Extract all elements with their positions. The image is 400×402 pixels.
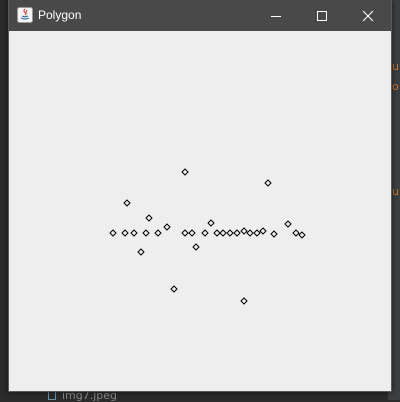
close-button[interactable]: [345, 0, 391, 31]
polygon-vertex-28: [284, 220, 292, 228]
editor-glyph: o: [392, 80, 399, 93]
minimize-button[interactable]: [253, 0, 299, 31]
polygon-vertex-14: [192, 243, 200, 251]
polygon-vertex-2: [123, 199, 131, 207]
polygon-vertex-6: [142, 229, 150, 237]
drawing-canvas[interactable]: [9, 31, 391, 391]
window-title: Polygon: [38, 8, 82, 22]
polygon-vertex-18: [219, 229, 227, 237]
polygon-vertex-26: [264, 179, 272, 187]
polygon-vertex-7: [145, 214, 153, 222]
minimize-icon: [271, 15, 281, 17]
polygon-vertex-16: [207, 219, 215, 227]
editor-glyph: u: [392, 60, 399, 73]
polygon-window: Polygon: [8, 0, 392, 392]
polygon-vertex-21: [240, 297, 248, 305]
polygon-vertex-9: [163, 223, 171, 231]
maximize-icon: [317, 10, 327, 21]
editor-glyph: u: [392, 185, 399, 198]
close-icon: [362, 10, 374, 21]
polygon-vertex-11: [181, 168, 189, 176]
polygon-vertex-8: [154, 229, 162, 237]
polygon-vertex-15: [201, 229, 209, 237]
polygon-vertex-25: [259, 227, 267, 235]
title-bar[interactable]: Polygon: [9, 0, 391, 31]
polygon-vertex-24: [253, 229, 261, 237]
polygon-vertex-5: [137, 248, 145, 256]
polygon-vertex-13: [188, 229, 196, 237]
polygon-vertex-4: [130, 229, 138, 237]
polygon-vertex-17: [213, 229, 221, 237]
polygon-vertex-30: [298, 231, 306, 239]
polygon-vertex-19: [226, 229, 234, 237]
polygon-vertex-22: [240, 227, 248, 235]
maximize-button[interactable]: [299, 0, 345, 31]
points-layer: [109, 168, 306, 305]
polygon-vertex-23: [246, 229, 254, 237]
polygon-vertex-3: [121, 229, 129, 237]
polygon-vertex-1: [109, 229, 117, 237]
polygon-vertex-20: [233, 229, 241, 237]
java-app-icon: [17, 7, 33, 23]
polygon-vertex-12: [181, 229, 189, 237]
polygon-vertex-29: [292, 229, 300, 237]
polygon-vertex-27: [270, 230, 278, 238]
polygon-vertex-10: [170, 285, 178, 293]
